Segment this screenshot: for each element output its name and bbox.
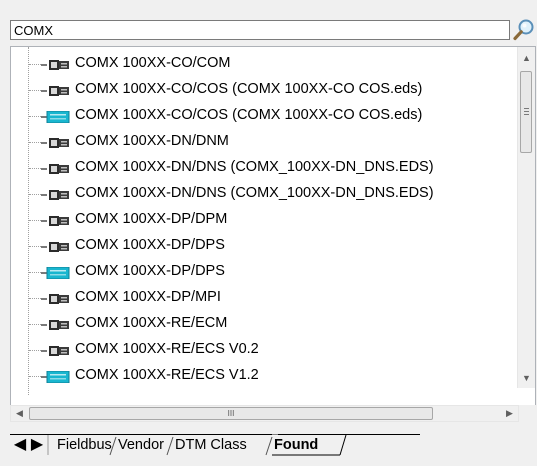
tab-bar: ◀ ▶ Fieldbus Vendor DTM Class Found	[10, 434, 536, 458]
device-card-cyan-icon	[41, 110, 71, 128]
search-input[interactable]	[10, 20, 510, 40]
magnifier-icon	[513, 19, 534, 41]
tree-item[interactable]: COMX 100XX-DN/DNS (COMX_100XX-DN_DNS.EDS…	[11, 181, 519, 207]
scroll-right-icon[interactable]: ▶	[501, 406, 518, 421]
device-card-icon	[41, 240, 71, 258]
tree-item-label: COMX 100XX-DN/DNM	[75, 133, 229, 149]
vertical-scrollbar[interactable]: ▲ ▼	[517, 47, 535, 388]
tree-item[interactable]: COMX 100XX-CO/COM	[11, 51, 519, 77]
tree-item[interactable]: COMX 100XX-DP/DPM	[11, 207, 519, 233]
tab-fieldbus[interactable]: Fieldbus	[57, 434, 112, 456]
device-card-icon	[41, 292, 71, 310]
vertical-scroll-thumb[interactable]	[520, 71, 532, 153]
tree-item[interactable]: COMX 100XX-RE/ECM	[11, 311, 519, 337]
device-card-icon	[41, 162, 71, 180]
tree-item-label: COMX 100XX-DP/DPS	[75, 263, 225, 279]
device-card-icon	[41, 84, 71, 102]
scrollbar-corner	[519, 405, 536, 422]
tree-item[interactable]: COMX 100XX-RE/ECS V0.2	[11, 337, 519, 363]
tree-item-label: COMX 100XX-DP/DPM	[75, 211, 228, 227]
tree-item[interactable]: COMX 100XX-DP/MPI	[11, 285, 519, 311]
horizontal-scrollbar[interactable]: ◀ III ▶	[10, 405, 519, 422]
tree-item-label: COMX 100XX-DN/DNS (COMX_100XX-DN_DNS.EDS…	[75, 159, 434, 175]
tree-item-label: COMX 100XX-RE/ECS V0.2	[75, 341, 259, 357]
device-tree: COMX 100XX-CO/COM COMX 100XX-CO/COS (COMX…	[10, 46, 536, 406]
device-card-cyan-icon	[41, 266, 71, 284]
device-card-icon	[41, 188, 71, 206]
tab-scroll-left-icon[interactable]: ◀	[13, 436, 27, 453]
device-card-icon	[41, 136, 71, 154]
device-card-cyan-icon	[41, 370, 71, 388]
tree-list: COMX 100XX-CO/COM COMX 100XX-CO/COS (COMX…	[11, 51, 519, 389]
device-card-icon	[41, 344, 71, 362]
tree-item[interactable]: COMX 100XX-DN/DNM	[11, 129, 519, 155]
tree-item-label: COMX 100XX-CO/COM	[75, 55, 231, 71]
tree-item-label: COMX 100XX-RE/ECS V1.2	[75, 367, 259, 383]
scroll-up-icon[interactable]: ▲	[518, 49, 535, 66]
tab-found[interactable]: Found	[274, 434, 318, 456]
tree-item[interactable]: COMX 100XX-CO/COS (COMX 100XX-CO COS.eds…	[11, 103, 519, 129]
tree-item[interactable]: COMX 100XX-DP/DPS	[11, 259, 519, 285]
tree-item-label: COMX 100XX-DP/DPS	[75, 237, 225, 253]
tree-item-label: COMX 100XX-RE/ECM	[75, 315, 228, 331]
scroll-left-icon[interactable]: ◀	[11, 406, 28, 421]
tree-item[interactable]: COMX 100XX-DP/DPS	[11, 233, 519, 259]
device-card-icon	[41, 214, 71, 232]
device-catalog-panel: COMX 100XX-CO/COM COMX 100XX-CO/COS (COMX…	[0, 0, 537, 466]
tab-vendor[interactable]: Vendor	[118, 434, 164, 456]
tree-item-label: COMX 100XX-CO/COS (COMX 100XX-CO COS.eds…	[75, 81, 423, 97]
tree-item[interactable]: COMX 100XX-RE/ECS V1.2	[11, 363, 519, 389]
tree-item-label: COMX 100XX-DP/MPI	[75, 289, 221, 305]
tab-dtm-class[interactable]: DTM Class	[175, 434, 247, 456]
tree-item-label: COMX 100XX-CO/COS (COMX 100XX-CO COS.eds…	[75, 107, 423, 123]
tree-item-label: COMX 100XX-DN/DNS (COMX_100XX-DN_DNS.EDS…	[75, 185, 434, 201]
device-card-icon	[41, 318, 71, 336]
search-button[interactable]	[512, 18, 536, 42]
tab-scroll-right-icon[interactable]: ▶	[30, 436, 44, 453]
scroll-down-icon[interactable]: ▼	[518, 369, 535, 386]
tree-item[interactable]: COMX 100XX-CO/COS (COMX 100XX-CO COS.eds…	[11, 77, 519, 103]
device-card-icon	[41, 58, 71, 76]
tree-item[interactable]: COMX 100XX-DN/DNS (COMX_100XX-DN_DNS.EDS…	[11, 155, 519, 181]
horizontal-scroll-thumb[interactable]: III	[29, 407, 433, 420]
